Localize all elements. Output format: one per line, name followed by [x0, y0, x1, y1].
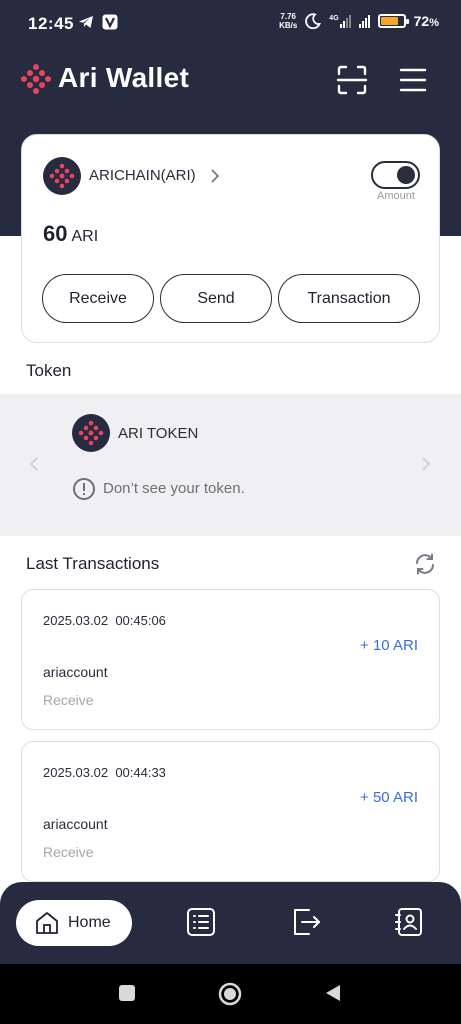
telegram-icon — [79, 16, 93, 28]
chevron-right-icon[interactable] — [210, 168, 220, 184]
moon-icon — [305, 13, 322, 29]
ari-logo-icon — [21, 64, 51, 94]
receive-button[interactable]: Receive — [42, 274, 154, 323]
balance: 60 ARI — [43, 221, 98, 247]
system-nav-bar — [0, 964, 461, 1024]
status-notification-icons — [78, 14, 118, 30]
contacts-icon[interactable] — [393, 906, 425, 938]
signal-icon-1: 4G — [329, 14, 351, 28]
transaction-button[interactable]: Transaction — [278, 274, 420, 323]
transaction-datetime: 2025.03.02 00:44:33 — [43, 765, 166, 780]
net-speed: 7.76 KB/s — [279, 12, 298, 30]
balance-value: 60 — [43, 221, 68, 246]
home-icon — [36, 912, 58, 934]
amount-toggle-label: Amount — [377, 190, 415, 202]
refresh-icon[interactable] — [413, 552, 437, 576]
transaction-type: Receive — [43, 692, 94, 708]
logout-icon[interactable] — [290, 906, 322, 938]
bottom-nav: Home — [0, 882, 461, 964]
transaction-card[interactable]: 2025.03.02 00:44:33 + 50 ARI ariaccount … — [21, 741, 440, 882]
chain-name[interactable]: ARICHAIN(ARI) — [89, 167, 196, 184]
status-bar: 12:45 7.76 KB/s 4G 72% — [0, 0, 461, 50]
status-right-icons: 7.76 KB/s 4G 72% — [279, 12, 439, 30]
transaction-type: Receive — [43, 844, 94, 860]
signal-icon-2 — [358, 14, 370, 28]
missing-token-hint[interactable]: Don’t see your token. — [103, 480, 245, 497]
list-icon[interactable] — [185, 906, 217, 938]
token-carousel: ARI TOKEN Don’t see your token. — [0, 394, 461, 536]
battery-percent: 72% — [413, 13, 439, 29]
wallet-card: ARICHAIN(ARI) Amount 60 ARI Receive Send … — [21, 134, 440, 343]
app-title: Ari Wallet — [58, 62, 190, 93]
scan-icon[interactable] — [336, 64, 368, 96]
token-logo-icon — [72, 414, 110, 452]
carousel-left-arrow-icon[interactable] — [29, 456, 39, 472]
recent-apps-icon[interactable] — [117, 983, 137, 1003]
nav-home-button[interactable]: Home — [16, 900, 132, 946]
nav-home-label: Home — [68, 914, 111, 931]
status-time: 12:45 — [28, 14, 74, 33]
transaction-account: ariaccount — [43, 816, 108, 832]
transaction-amount: + 50 ARI — [360, 789, 418, 806]
toggle-knob — [397, 166, 415, 184]
send-button[interactable]: Send — [160, 274, 272, 323]
chain-logo-icon — [43, 157, 81, 195]
battery-icon — [377, 14, 409, 28]
token-section-title: Token — [26, 361, 72, 380]
transaction-amount: + 10 ARI — [360, 637, 418, 654]
token-name[interactable]: ARI TOKEN — [118, 425, 198, 442]
transactions-title: Last Transactions — [26, 554, 160, 573]
app-v-icon — [102, 14, 118, 30]
transaction-card[interactable]: 2025.03.02 00:45:06 + 10 ARI ariaccount … — [21, 589, 440, 730]
transaction-account: ariaccount — [43, 664, 108, 680]
transaction-datetime: 2025.03.02 00:45:06 — [43, 613, 166, 628]
back-icon[interactable] — [323, 983, 343, 1003]
hamburger-menu-icon[interactable] — [399, 67, 427, 93]
balance-unit: ARI — [71, 228, 99, 245]
home-system-icon[interactable] — [217, 981, 243, 1007]
app-header: Ari Wallet — [0, 55, 461, 105]
info-alert-icon — [73, 478, 95, 500]
carousel-right-arrow-icon[interactable] — [421, 456, 431, 472]
amount-toggle[interactable] — [371, 161, 420, 189]
